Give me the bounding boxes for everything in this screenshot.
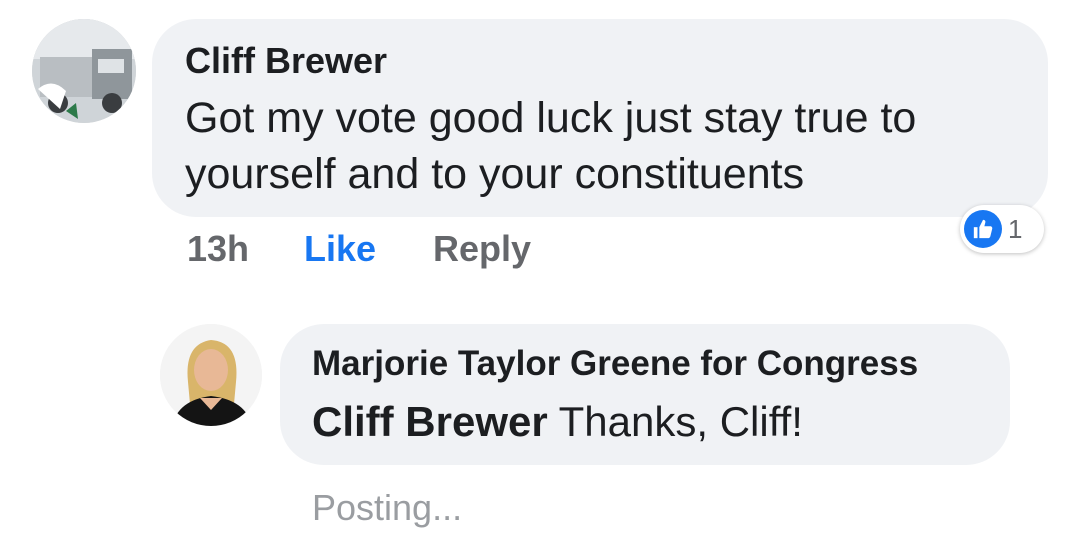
like-button[interactable]: Like (304, 228, 376, 270)
woman-avatar-icon (160, 324, 262, 426)
reaction-badge[interactable]: 1 (960, 205, 1044, 253)
commenter-avatar[interactable] (32, 19, 136, 123)
comment-text-line1: Got my vote good luck just stay true to (185, 94, 917, 142)
comment-thread: Cliff Brewer Got my vote good luck just … (0, 0, 1080, 557)
reply-avatar[interactable] (160, 324, 262, 426)
comment-author[interactable]: Cliff Brewer (185, 40, 387, 82)
reply-button[interactable]: Reply (433, 228, 531, 270)
truck-avatar-icon (32, 19, 136, 123)
comment-timestamp[interactable]: 13h (187, 228, 249, 270)
reaction-count: 1 (1008, 213, 1023, 244)
reply-mention[interactable]: Cliff Brewer (312, 398, 548, 445)
comment-text-line2: yourself and to your constituents (185, 150, 805, 198)
reply-author[interactable]: Marjorie Taylor Greene for Congress (312, 344, 918, 384)
reply-message: Thanks, Cliff! (558, 398, 803, 445)
thumbs-up-icon (964, 210, 1002, 248)
posting-status: Posting... (312, 487, 463, 528)
reply-text: Cliff Brewer Thanks, Cliff! (312, 394, 803, 450)
